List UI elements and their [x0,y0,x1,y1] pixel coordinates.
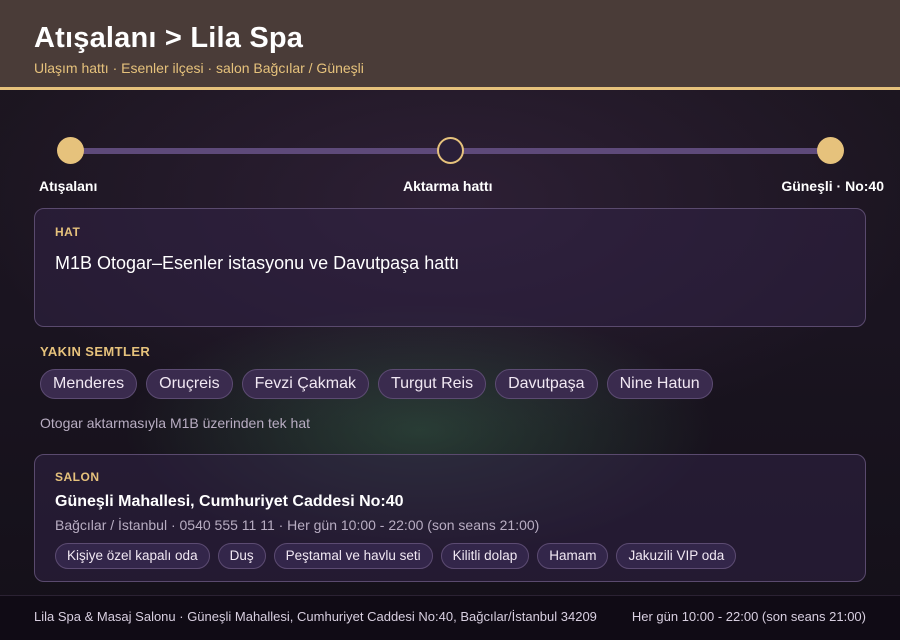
stop-transfer-label: Aktarma hattı [403,178,493,194]
nearby-chip[interactable]: Turgut Reis [377,369,487,399]
nearby-chip[interactable]: Fevzi Çakmak [241,369,369,399]
nearby-chips: Menderes Oruçreis Fevzi Çakmak Turgut Re… [40,369,713,399]
amenity-tag: Kişiye özel kapalı oda [55,543,210,569]
page-footer: Lila Spa & Masaj Salonu · Güneşli Mahall… [0,595,900,640]
stop-transfer-dot [437,137,464,164]
nearby-chip[interactable]: Davutpaşa [495,369,598,399]
nearby-note: Otogar aktarmasıyla M1B üzerinden tek ha… [40,415,311,431]
page-title: Atışalanı > Lila Spa [34,22,304,54]
page-header: Atışalanı > Lila Spa Ulaşım hattı · Esen… [0,0,900,90]
stop-start-dot [57,137,84,164]
page-subtitle: Ulaşım hattı · Esenler ilçesi · salon Ba… [34,60,364,76]
amenity-tag: Duş [217,543,266,569]
stop-start-label: Atışalanı [39,178,98,194]
nearby-chip[interactable]: Nine Hatun [606,369,713,399]
line-card-label: HAT [55,225,81,239]
stop-end-dot [817,137,844,164]
line-card: HAT M1B Otogar–Esenler istasyonu ve Davu… [34,208,866,327]
amenity-tag: Jakuzili VIP oda [616,543,737,569]
line-description: M1B Otogar–Esenler istasyonu ve Davutpaş… [55,253,460,273]
amenity-tag: Kilitli dolap [440,543,530,569]
amenity-list: Kişiye özel kapalı oda Duş Peştamal ve h… [55,543,845,569]
route-timeline: Atışalanı Aktarma hattı Güneşli · No:40 [0,130,900,200]
salon-address: Güneşli Mahallesi, Cumhuriyet Caddesi No… [55,493,404,510]
nearby-chip[interactable]: Oruçreis [146,369,233,399]
salon-meta: Bağcılar / İstanbul · 0540 555 11 11 · H… [55,517,540,533]
footer-address: Lila Spa & Masaj Salonu · Güneşli Mahall… [34,609,597,624]
footer-hours: Her gün 10:00 - 22:00 (son seans 21:00) [631,609,866,624]
nearby-chip[interactable]: Menderes [40,369,138,399]
salon-card: SALON Güneşli Mahallesi, Cumhuriyet Cadd… [34,454,866,582]
salon-card-label: SALON [55,470,100,484]
stop-end-label: Güneşli · No:40 [781,178,884,194]
amenity-tag: Peştamal ve havlu seti [273,543,433,569]
nearby-label: YAKIN SEMTLER [40,344,151,359]
amenity-tag: Hamam [537,543,609,569]
